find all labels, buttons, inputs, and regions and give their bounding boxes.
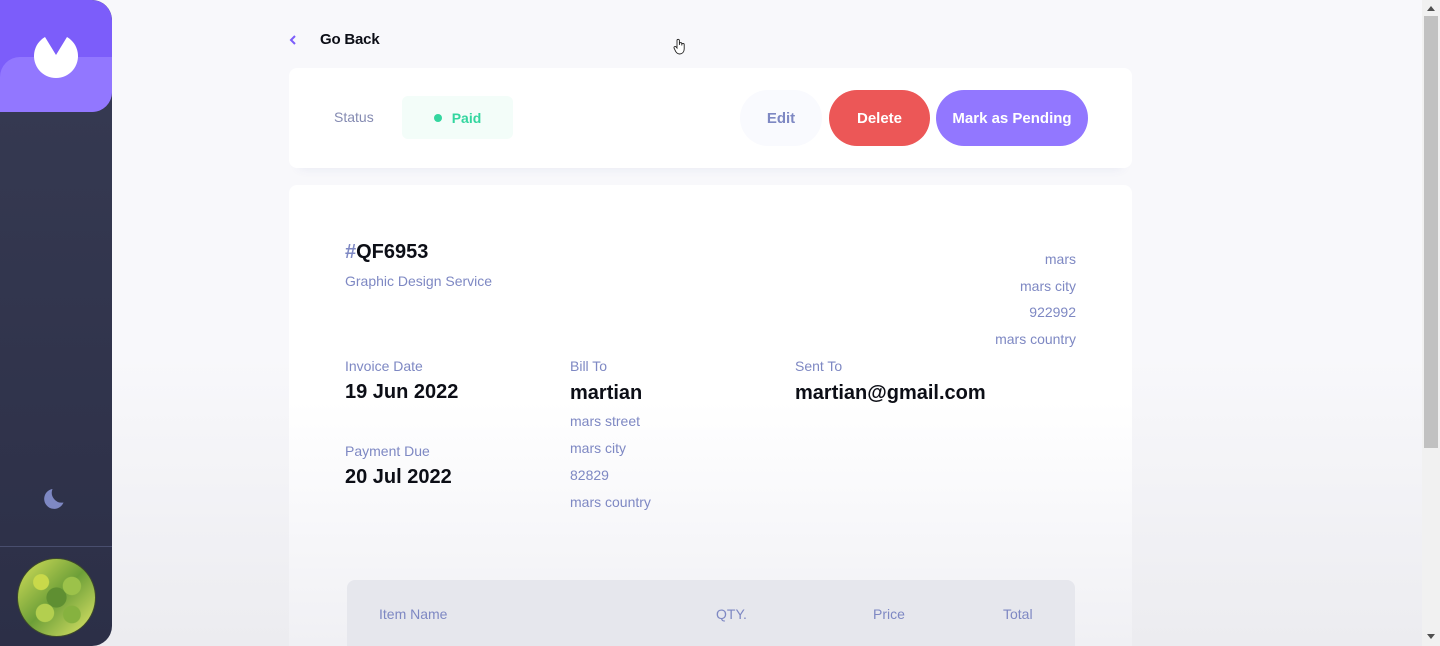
sender-city: mars city (1020, 277, 1076, 294)
app-logo[interactable] (0, 0, 112, 112)
sender-post-code: 922992 (1029, 304, 1076, 320)
sender-country: mars country (995, 330, 1076, 347)
client-country: mars country (570, 494, 651, 510)
bill-to-label: Bill To (570, 358, 608, 374)
sender-street: mars (1044, 251, 1076, 267)
items-table-header: Item Name QTY. Price Total (347, 580, 1075, 646)
moon-icon[interactable] (44, 486, 68, 510)
scroll-down-arrow-icon[interactable] (1427, 634, 1435, 639)
client-address: mars street mars city 82829 mars country (570, 408, 651, 516)
delete-button[interactable]: Delete (829, 90, 930, 146)
sidebar (0, 0, 112, 646)
invoice-description: Graphic Design Service (345, 273, 493, 289)
scroll-up-arrow-icon[interactable] (1427, 6, 1435, 11)
client-street: mars street (570, 413, 641, 429)
user-avatar[interactable] (17, 558, 96, 637)
client-post-code: 82829 (570, 467, 609, 483)
client-city: mars city (570, 440, 626, 456)
invoice-id: #QF6953 (345, 241, 428, 264)
mark-as-pending-button[interactable]: Mark as Pending (936, 90, 1088, 146)
sidebar-divider (0, 546, 112, 547)
invoice-id-value: QF6953 (356, 241, 429, 263)
status-bar: Status Paid Edit Delete Mark as Pending (289, 68, 1132, 168)
app-logo-icon (34, 37, 78, 79)
invoice-date-label: Invoice Date (345, 358, 423, 374)
column-total: Total (1003, 606, 1033, 622)
hand-cursor-icon (673, 38, 685, 55)
status-label: Status (334, 109, 374, 125)
page-scrollbar[interactable] (1422, 0, 1440, 646)
invoice-date: 19 Jun 2022 (345, 381, 459, 403)
status-badge: Paid (402, 96, 513, 139)
column-price: Price (873, 606, 905, 622)
column-qty: QTY. (716, 606, 747, 622)
chevron-left-icon (289, 34, 296, 45)
payment-due-label: Payment Due (345, 443, 430, 459)
invoice-id-hash: # (345, 241, 357, 263)
payment-due: 20 Jul 2022 (345, 466, 452, 488)
status-dot-icon (433, 113, 442, 122)
sent-to-label: Sent To (795, 358, 843, 374)
sender-address: mars mars city 922992 mars country (995, 246, 1076, 352)
invoice-card: #QF6953 Graphic Design Service mars mars… (289, 185, 1132, 646)
status-value: Paid (451, 109, 482, 126)
client-email: martian@gmail.com (795, 382, 986, 404)
go-back-label: Go Back (320, 31, 380, 48)
client-name: martian (570, 382, 643, 404)
column-item-name: Item Name (379, 606, 448, 622)
edit-button[interactable]: Edit (740, 90, 822, 146)
go-back-link[interactable]: Go Back (288, 31, 380, 48)
scrollbar-thumb[interactable] (1424, 16, 1438, 448)
